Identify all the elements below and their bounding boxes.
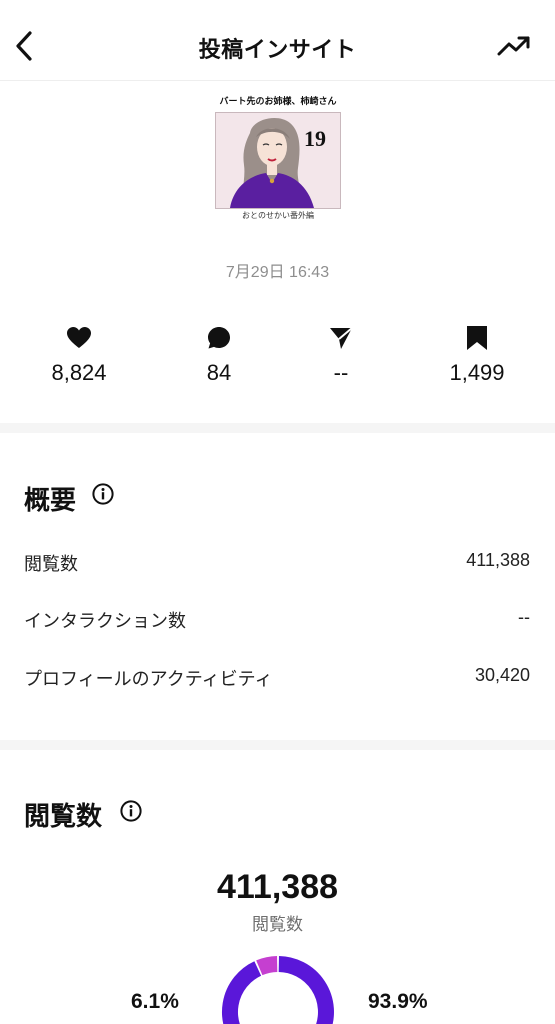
trend-up-icon: [497, 36, 530, 56]
section-divider: [0, 740, 555, 750]
overview-row-profile-value: 30,420: [474, 665, 530, 685]
overview-row-views-label: 閲覧数: [24, 554, 78, 574]
likes-count: 8,824: [51, 360, 107, 385]
bookmark-icon: [467, 326, 487, 350]
post-date: 7月29日 16:43: [225, 264, 330, 281]
shares-stat: --: [281, 324, 401, 386]
views-title: 閲覧数: [24, 801, 103, 831]
overview-row-interactions-label: インタラクション数: [24, 611, 186, 631]
page-title: 投稿インサイト: [198, 37, 357, 62]
views-total-label: 閲覧数: [252, 915, 303, 934]
post-thumbnail[interactable]: バート先のお姉様、柿崎さん 19 おとのせかい番外編: [214, 94, 342, 224]
overview-row-profile-label: プロフィールのアクティビティ: [24, 669, 273, 689]
comments-count: 84: [206, 360, 232, 385]
overview-row-views-value: 411,388: [466, 550, 530, 570]
send-icon: [330, 327, 353, 349]
thumbnail-caption-bottom: おとのせかい番外編: [242, 211, 314, 220]
donut-segment-primary: [222, 956, 334, 1024]
likes-stat: 8,824: [19, 324, 139, 386]
views-donut-chart: [222, 956, 334, 1024]
overview-info-button[interactable]: [92, 483, 114, 505]
views-total: 411,388: [216, 868, 339, 906]
comment-icon: [208, 327, 230, 349]
overview-title: 概要: [24, 485, 77, 515]
views-left-percentage: 6.1%: [131, 990, 179, 1013]
info-icon: [120, 800, 142, 822]
overview-row-interactions-value: --: [518, 607, 530, 627]
views-right-percentage: 93.9%: [368, 990, 428, 1013]
info-icon: [92, 483, 114, 505]
heart-icon: [67, 327, 91, 348]
thumbnail-caption-top: バート先のお姉様、柿崎さん: [219, 96, 337, 106]
episode-number: 19: [304, 126, 326, 151]
section-divider: [0, 423, 555, 433]
donut-segment-secondary: [256, 956, 278, 976]
trend-button[interactable]: [496, 30, 532, 62]
saves-count: 1,499: [449, 360, 505, 385]
shares-count: --: [333, 360, 349, 385]
saves-stat: 1,499: [417, 324, 537, 386]
views-info-button[interactable]: [120, 800, 142, 822]
comments-stat: 84: [159, 324, 279, 386]
